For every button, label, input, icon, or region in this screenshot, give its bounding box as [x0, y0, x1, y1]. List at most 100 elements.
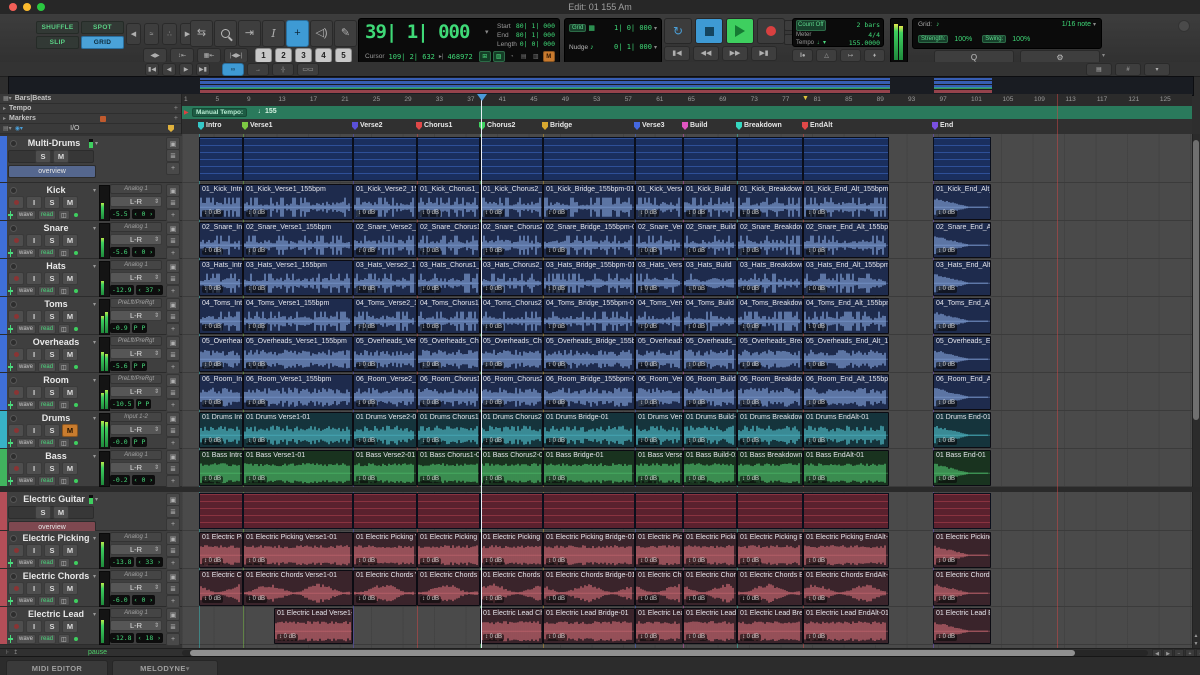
edit-mode-shuffle[interactable]: SHUFFLE	[36, 21, 79, 34]
track-name[interactable]: Bass	[19, 451, 93, 461]
track-options-caret-icon[interactable]: ▾	[93, 611, 96, 618]
clip-gain-badge[interactable]: ↕ 0 dB	[356, 476, 377, 483]
automation-lane-icon[interactable]: ≣	[166, 310, 180, 323]
audio-clip[interactable]: 05_Overheads_End_Alt_155bpm↕ 0 dB	[933, 336, 991, 372]
clip-gain-badge[interactable]: ↕ 0 dB	[246, 210, 267, 217]
marker-label-intro[interactable]: Intro	[206, 122, 222, 129]
audio-zoom-icon[interactable]: ≈	[144, 23, 159, 45]
timebase-selector-icon[interactable]: ◫	[58, 362, 70, 372]
clip-gain-badge[interactable]: ↕ 0 dB	[546, 210, 567, 217]
audio-clip[interactable]: 01 Electric Chords Verse2-01↕ 0 dB	[353, 570, 417, 606]
track-options-caret-icon[interactable]: ▾	[95, 140, 98, 147]
input-path-selector[interactable]: Analog 1	[110, 450, 162, 460]
clip-gain-badge[interactable]: ↕ 0 dB	[202, 476, 223, 483]
pan-output-selector[interactable]: L-R⇕	[110, 272, 162, 283]
automation-mode-selector[interactable]: read	[38, 210, 56, 220]
loop-playback-button[interactable]: ↻	[664, 18, 692, 44]
clip-gain-badge[interactable]: ↕ 0 dB	[202, 210, 223, 217]
selector-tool-icon[interactable]: I	[262, 20, 285, 47]
mute-button[interactable]: M	[62, 424, 78, 437]
next-button[interactable]: ▶	[179, 63, 193, 76]
input-monitor-button[interactable]: I	[26, 196, 42, 209]
track-options-caret-icon[interactable]: ▾	[93, 377, 96, 384]
clip-gain-badge[interactable]: ↕ 0 dB	[936, 438, 957, 445]
solo-button[interactable]: S	[44, 582, 60, 595]
timebase-selector-icon[interactable]: ◫	[58, 324, 70, 334]
record-enable-button[interactable]	[8, 196, 24, 209]
clip-gain-badge[interactable]: ↕ 0 dB	[936, 248, 957, 255]
audio-clip[interactable]: 01 Electric Picking Chorus1-01↕ 0 dB	[417, 532, 480, 568]
track-fader-icon[interactable]	[8, 325, 14, 333]
audio-clip[interactable]: 05_Overheads_Verse1_155bpm↕ 0 dB	[243, 336, 353, 372]
grid-zoom-icon[interactable]: ▦⇤	[197, 48, 221, 63]
clip-gain-badge[interactable]: ↕ 0 dB	[483, 400, 504, 407]
audio-clip[interactable]: 05_Overheads_Chorus2_155bpm↕ 0 dB	[480, 336, 543, 372]
marker-label-end[interactable]: End	[940, 122, 953, 129]
folder-clip-block[interactable]	[635, 137, 683, 181]
automation-mode-selector[interactable]: read	[38, 558, 56, 568]
track-view-selector[interactable]: wave	[16, 286, 36, 296]
record-enable-button[interactable]	[8, 386, 24, 399]
audio-clip[interactable]: 01 Electric Chords Build-01↕ 0 dB	[683, 570, 737, 606]
audio-clip[interactable]: 01 Drums Verse3-01↕ 0 dB	[635, 412, 683, 448]
pan-output-selector[interactable]: L-R⇕	[110, 544, 162, 555]
zoom-toggle-icon[interactable]: ⇆	[190, 20, 213, 47]
volume-value[interactable]: -0.2	[110, 475, 130, 485]
audio-clip[interactable]: 01 Electric Picking Bridge-01↕ 0 dB	[543, 532, 635, 568]
audio-clip[interactable]: 01 Electric Picking Build-01↕ 0 dB	[683, 532, 737, 568]
pan-value[interactable]: ‹ 0 ›	[132, 475, 156, 485]
pan-output-selector[interactable]: L-R⇕	[110, 348, 162, 359]
clip-gain-badge[interactable]: ↕ 0 dB	[420, 400, 441, 407]
tab-transient-icon[interactable]: ◀▶	[143, 48, 167, 63]
track-header-electric-guitar[interactable]: Electric Guitar▾SMoverview▣≣+	[0, 492, 182, 531]
input-path-selector[interactable]: Analog 1	[110, 184, 162, 194]
automation-lane-icon[interactable]: ≣	[166, 462, 180, 475]
track-options-caret-icon[interactable]: ▾	[93, 187, 96, 194]
clip-gain-badge[interactable]: ↕ 0 dB	[936, 558, 957, 565]
clip-gain-badge[interactable]: ↕ 0 dB	[420, 596, 441, 603]
audio-clip[interactable]: 01_Kick_Verse2_155bpm↕ 0 dB	[353, 184, 417, 220]
clip-gain-badge[interactable]: ↕ 0 dB	[806, 362, 827, 369]
pan-value[interactable]: P P	[132, 361, 148, 371]
input-monitor-button[interactable]: I	[26, 462, 42, 475]
audio-clip[interactable]: 01_Kick_Chorus1_155bpm↕ 0 dB	[417, 184, 480, 220]
automation-mode-selector[interactable]: read	[38, 634, 56, 644]
edit-mode-grid[interactable]: GRID	[81, 36, 124, 49]
clip-gain-badge[interactable]: ↕ 0 dB	[202, 286, 223, 293]
clip-gain-badge[interactable]: ↕ 0 dB	[202, 324, 223, 331]
marker-flag-bridge[interactable]	[542, 122, 548, 130]
track-view-selector[interactable]: wave	[16, 248, 36, 258]
count-off-row-count-off[interactable]: Count Off2 bars	[796, 20, 880, 31]
marker-label-chorus1[interactable]: Chorus1	[424, 122, 452, 129]
pan-value[interactable]: ‹ 37 ›	[136, 285, 163, 295]
record-enable-button[interactable]	[8, 348, 24, 361]
ruler-row-tempo[interactable]: ▸Tempo+	[0, 104, 181, 114]
input-monitor-button[interactable]: I	[26, 348, 42, 361]
folder-clip-block[interactable]	[543, 137, 635, 181]
audio-clip[interactable]: 01 Electric Lead Chorus2-01↕ 0 dB	[480, 608, 543, 644]
audio-clip[interactable]: 01 Electric Picking Breakdown-01↕ 0 dB	[737, 532, 803, 568]
audio-clip[interactable]: 01_Kick_Verse3_155bpm↕ 0 dB	[635, 184, 683, 220]
audio-clip[interactable]: 01 Electric Chords Intro-01↕ 0 dB	[199, 570, 243, 606]
automation-lane-icon[interactable]: ≣	[166, 620, 180, 633]
pan-value[interactable]: P P	[132, 437, 148, 447]
folder-clip-block[interactable]	[199, 137, 243, 181]
clip-gain-badge[interactable]: ↕ 0 dB	[638, 362, 659, 369]
tab-midi-editor[interactable]: MIDI EDITOR	[6, 660, 108, 675]
audio-clip[interactable]: 01 Drums Breakdown-01↕ 0 dB	[737, 412, 803, 448]
pre-roll-indicator-icon[interactable]: ◔	[507, 52, 517, 61]
track-options-caret-icon[interactable]: ▾	[93, 453, 96, 460]
clip-gain-badge[interactable]: ↕ 0 dB	[638, 438, 659, 445]
markers-ruler[interactable]: IntroVerse1Verse2Chorus1Chorus2BridgeVer…	[182, 119, 1192, 135]
grid-value-row[interactable]: Grid ▦ 1| 0| 000 ▾	[569, 24, 657, 32]
clip-gain-badge[interactable]: ↕ 0 dB	[686, 596, 707, 603]
timebase-selector-icon[interactable]: ◫	[58, 438, 70, 448]
clip-gain-badge[interactable]: ↕ 0 dB	[202, 558, 223, 565]
folder-clip-block[interactable]	[199, 493, 243, 529]
audio-clip[interactable]: 01 Bass Verse2-01↕ 0 dB	[353, 450, 417, 486]
track-header-toms[interactable]: Toms▾ISMwaveread◫PreLft/PreRgtL-R⇕-0.9P …	[0, 297, 182, 335]
track-list-menu-icon[interactable]: ▤▾	[3, 125, 12, 132]
scrubber-tool-icon[interactable]: ◁)	[310, 20, 333, 47]
clip-gain-badge[interactable]: ↕ 0 dB	[202, 248, 223, 255]
layers-indicator-icon[interactable]: ▤	[519, 52, 529, 61]
